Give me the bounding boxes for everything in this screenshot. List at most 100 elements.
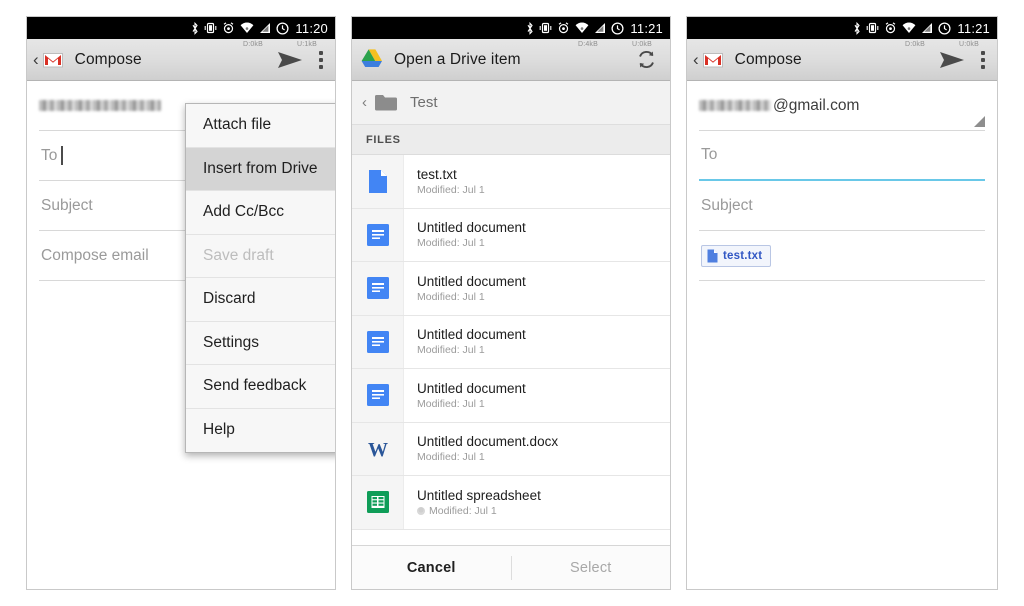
send-icon[interactable]: [277, 51, 303, 69]
phone-panel-drive-picker: 11:21 Open a Drive item D:4kB U:0kB ‹ Te…: [351, 16, 671, 590]
page-title: Open a Drive item: [394, 50, 521, 68]
menu-item-label: Settings: [203, 333, 260, 351]
send-icon[interactable]: [939, 51, 965, 69]
bluetooth-icon: [527, 21, 534, 35]
file-name: Untitled document: [417, 327, 526, 343]
list-item[interactable]: W Untitled document.docx Modified: Jul 1: [352, 422, 670, 476]
clock-icon: [276, 21, 289, 35]
google-docs-icon: [352, 262, 404, 315]
status-bar-clock: 11:21: [630, 20, 663, 36]
file-modified: Modified: Jul 1: [417, 451, 485, 464]
wifi-icon: [241, 22, 254, 33]
network-up-stat: U:0kB: [958, 41, 979, 48]
breadcrumb-back-button[interactable]: ‹: [362, 94, 367, 111]
folder-icon: [375, 95, 397, 111]
text-file-icon: [707, 249, 718, 262]
cancel-button[interactable]: Cancel: [352, 560, 511, 576]
file-meta: Untitled document Modified: Jul 1: [404, 381, 526, 410]
list-item[interactable]: test.txt Modified: Jul 1: [352, 155, 670, 209]
attachment-chip[interactable]: test.txt: [701, 244, 772, 267]
file-name: Untitled document: [417, 273, 526, 289]
status-bar-icons: [526, 21, 624, 35]
breadcrumb[interactable]: ‹ Test: [352, 81, 670, 125]
menu-item-label: Add Cc/Bcc: [203, 203, 284, 221]
signal-icon: [922, 23, 933, 33]
gmail-icon: [41, 48, 65, 72]
file-modified: Modified: Jul 1: [417, 290, 485, 303]
menu-item-label: Insert from Drive: [203, 159, 318, 177]
file-modified: Modified: Jul 1: [417, 344, 485, 357]
menu-item-label: Send feedback: [203, 377, 307, 395]
file-modified: Modified: Jul 1: [417, 183, 485, 196]
file-name: Untitled document: [417, 220, 526, 236]
account-field[interactable]: @gmail.com: [699, 81, 985, 131]
page-title: Compose: [734, 50, 802, 68]
file-meta: Untitled document Modified: Jul 1: [404, 327, 526, 356]
menu-item-label: Help: [203, 421, 235, 439]
network-down-stat: D:0kB: [904, 41, 925, 48]
clock-icon: [938, 21, 951, 35]
wifi-icon: [903, 22, 916, 33]
file-modified: Modified: Jul 1: [417, 397, 485, 410]
account-blurred-value: [39, 100, 161, 111]
status-bar-clock: 11:20: [295, 20, 328, 36]
network-down-stat: D:4kB: [577, 41, 598, 48]
phone-panel-compose-menu: 11:20 ‹ Compose D:0kB U:1kB To Subject C…: [26, 16, 336, 590]
action-bar: ‹ Compose D:0kB U:0kB: [687, 39, 997, 81]
to-field[interactable]: To: [699, 131, 985, 181]
list-item[interactable]: Untitled spreadsheet Modified: Jul 1: [352, 476, 670, 530]
refresh-icon[interactable]: [636, 49, 657, 70]
google-docs-icon: [352, 369, 404, 422]
status-bar: 11:20: [27, 17, 335, 39]
subject-field[interactable]: Subject: [699, 181, 985, 231]
account-dropdown-icon[interactable]: [974, 116, 985, 127]
gmail-icon: [701, 48, 725, 72]
file-meta: Untitled document.docx Modified: Jul 1: [404, 434, 558, 463]
file-modified: Modified: Jul 1: [417, 237, 485, 250]
action-bar: ‹ Compose D:0kB U:1kB: [27, 39, 335, 81]
list-item[interactable]: Untitled document Modified: Jul 1: [352, 315, 670, 369]
account-blurred-prefix: [699, 100, 771, 111]
list-item[interactable]: Untitled document Modified: Jul 1: [352, 369, 670, 423]
menu-item-help[interactable]: Help: [186, 408, 335, 452]
menu-item-add-cc-bcc[interactable]: Add Cc/Bcc: [186, 191, 335, 235]
action-bar: Open a Drive item D:4kB U:0kB: [352, 39, 670, 81]
list-item[interactable]: Untitled document Modified: Jul 1: [352, 262, 670, 316]
file-meta: Untitled document Modified: Jul 1: [404, 220, 526, 249]
file-modified-text: Modified: Jul 1: [429, 504, 497, 517]
alarm-icon: [224, 22, 234, 34]
picker-action-bar: Cancel Select: [352, 545, 670, 589]
overflow-menu-icon[interactable]: [319, 50, 323, 69]
status-bar: 11:21: [352, 17, 670, 39]
google-sheets-icon: [352, 476, 404, 529]
menu-item-settings[interactable]: Settings: [186, 321, 335, 365]
menu-item-label: Save draft: [203, 246, 274, 264]
menu-item-send-feedback[interactable]: Send feedback: [186, 365, 335, 409]
bluetooth-icon: [854, 21, 861, 35]
body-placeholder: Compose email: [41, 246, 149, 264]
select-button[interactable]: Select: [512, 560, 671, 576]
menu-item-save-draft: Save draft: [186, 234, 335, 278]
list-item[interactable]: Untitled document Modified: Jul 1: [352, 208, 670, 262]
file-meta: Untitled document Modified: Jul 1: [404, 274, 526, 303]
text-caret: [61, 146, 63, 165]
svg-text:W: W: [368, 439, 388, 461]
network-up-stat: U:0kB: [631, 41, 652, 48]
back-button[interactable]: ‹: [33, 51, 39, 68]
alarm-icon: [559, 22, 569, 34]
status-bar-icons: [853, 21, 951, 35]
overflow-menu: Attach file Insert from Drive Add Cc/Bcc…: [185, 103, 335, 453]
status-bar: 11:21: [687, 17, 997, 39]
to-placeholder: To: [701, 146, 718, 163]
file-name: test.txt: [417, 166, 457, 182]
overflow-menu-icon[interactable]: [981, 50, 985, 69]
clock-icon: [611, 21, 624, 35]
vibrate-icon: [540, 22, 552, 34]
menu-item-discard[interactable]: Discard: [186, 278, 335, 322]
menu-item-attach-file[interactable]: Attach file: [186, 104, 335, 148]
menu-item-insert-from-drive[interactable]: Insert from Drive: [186, 147, 335, 191]
wifi-icon: [576, 22, 589, 33]
file-modified: Modified: Jul 1: [417, 505, 541, 517]
back-button[interactable]: ‹: [693, 51, 699, 68]
word-docx-icon: W: [352, 422, 404, 475]
